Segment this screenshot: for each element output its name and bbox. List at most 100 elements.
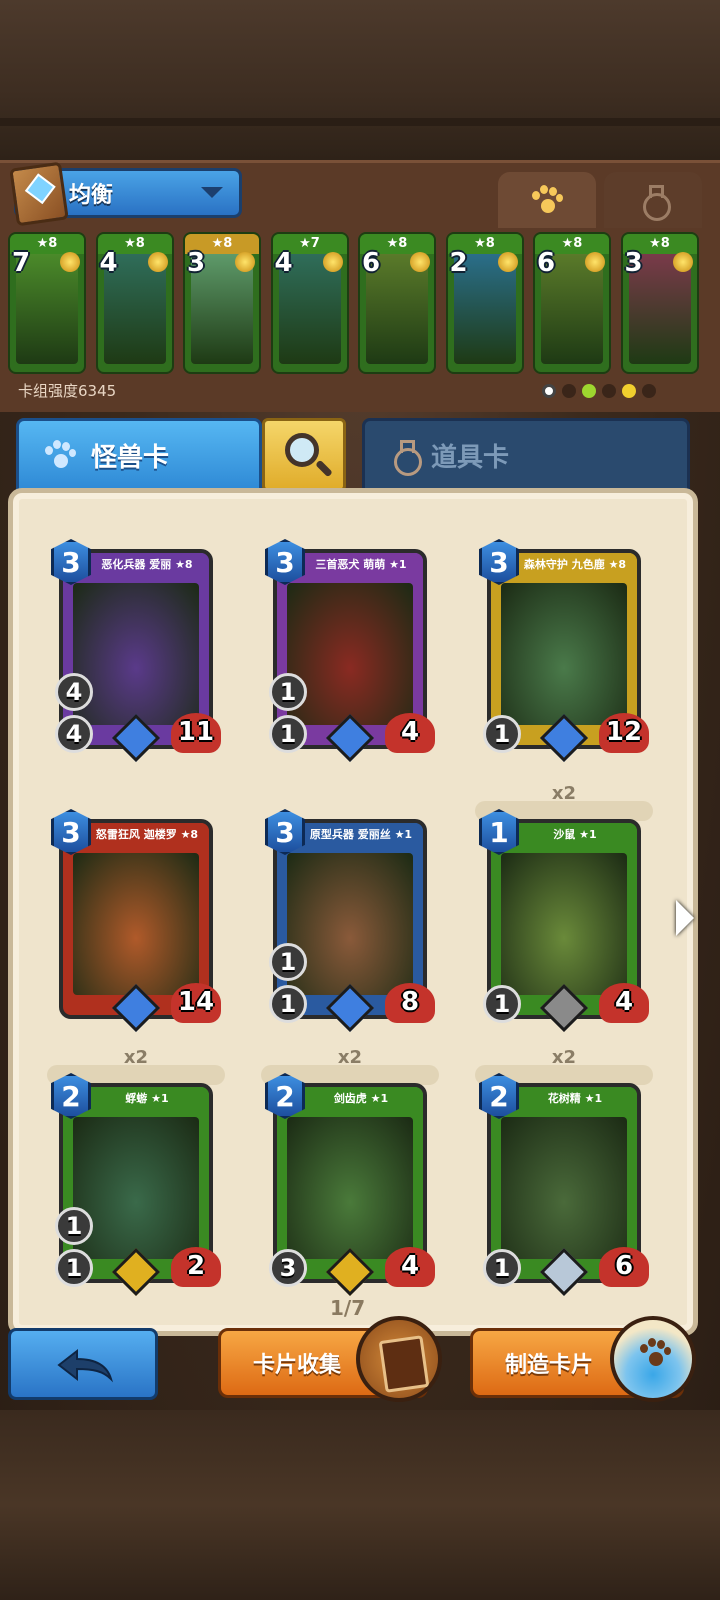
card-copies: x2 — [551, 783, 577, 804]
deck-builder-screen: 均衡 ★8 7 ★8 4 ★8 3 ★7 4 ★8 6 ★8 2 ★8 6 ★8 3 卡组强度6345 — [0, 0, 720, 1600]
card-title: 沙鼠 ★1 — [513, 823, 637, 847]
card-art — [73, 853, 199, 995]
card-copies: x2 — [551, 1047, 577, 1068]
search-icon — [285, 433, 319, 467]
monster-card[interactable]: 原型兵器 爱丽丝 ★1 3 1 1 8 — [265, 805, 435, 1033]
card-art — [73, 583, 199, 725]
filter-wind-icon[interactable] — [622, 384, 636, 398]
deck-name: 均衡 — [69, 183, 114, 208]
monster-card[interactable]: 三首恶犬 萌萌 ★1 3 1 1 4 — [265, 535, 435, 763]
tab-item-deck[interactable] — [604, 172, 702, 228]
element-gem-icon — [322, 252, 343, 272]
card-health: 14 — [171, 983, 221, 1023]
deck-card[interactable]: ★8 2 — [445, 232, 524, 374]
card-ability-value: 4 — [55, 673, 93, 711]
back-button[interactable] — [8, 1328, 158, 1400]
filter-all-icon[interactable] — [542, 384, 556, 398]
monster-card[interactable]: x2 剑齿虎 ★1 2 3 4 — [261, 1047, 439, 1297]
card-attack: 1 — [483, 715, 521, 753]
card-health: 12 — [599, 713, 649, 753]
card-ability-value: 1 — [269, 943, 307, 981]
card-title: 蜉蝣 ★1 — [85, 1087, 209, 1111]
card-title: 原型兵器 爱丽丝 ★1 — [299, 823, 423, 847]
deck-power: 卡组强度6345 — [18, 382, 117, 400]
deck-card[interactable]: ★8 3 — [620, 232, 699, 374]
filter-nature-icon[interactable] — [582, 384, 596, 398]
monster-card[interactable]: x2 沙鼠 ★1 1 1 4 — [475, 783, 653, 1033]
tab-item-cards[interactable]: 道具卡 — [362, 418, 690, 492]
deck-card-cost: 3 — [187, 248, 206, 278]
card-title: 剑齿虎 ★1 — [299, 1087, 423, 1111]
card-title: 森林守护 九色鹿 ★8 — [513, 553, 637, 577]
deck-card[interactable]: ★8 7 — [8, 232, 86, 374]
deck-card[interactable]: ★8 4 — [95, 232, 174, 374]
next-page-arrow[interactable] — [676, 900, 694, 936]
card-health: 4 — [385, 713, 435, 753]
deck-card[interactable]: ★8 6 — [358, 232, 436, 374]
bottom-wood-frame — [0, 1410, 720, 1600]
filter-fire-icon[interactable] — [642, 384, 656, 398]
card-attack: 4 — [55, 715, 93, 753]
potion-icon — [391, 440, 422, 476]
filter-dark-icon[interactable] — [562, 384, 576, 398]
card-attack: 1 — [269, 715, 307, 753]
card-copies: x2 — [337, 1047, 363, 1068]
monster-card[interactable]: 森林守护 九色鹿 ★8 3 1 12 — [479, 535, 649, 763]
filter-beast-icon[interactable] — [602, 384, 616, 398]
deck-card-cost: 6 — [537, 248, 556, 278]
element-gem-icon — [147, 252, 168, 272]
card-art — [501, 853, 627, 995]
element-gem-icon — [585, 252, 605, 272]
deck-card-cost: 4 — [99, 248, 118, 278]
deck-card-cost: 2 — [449, 248, 468, 278]
card-health: 2 — [171, 1247, 221, 1287]
card-art — [501, 1117, 627, 1259]
deck-card-cost: 4 — [274, 248, 293, 278]
monster-card[interactable]: x2 蜉蝣 ★1 2 1 1 2 — [47, 1047, 225, 1297]
tab-monster-label: 怪兽卡 — [91, 442, 170, 473]
search-button[interactable] — [262, 418, 346, 492]
deck-card[interactable]: ★8 6 — [533, 232, 611, 374]
card-health: 11 — [171, 713, 221, 753]
deck-card-cost: 6 — [362, 248, 381, 278]
monster-card[interactable]: 怒雷狂风 迦楼罗 ★8 3 14 — [51, 805, 221, 1033]
card-collection-book: 恶化兵器 爱丽 ★8 3 4 4 11 三首恶犬 萌萌 ★1 3 1 1 4 森林守护 九色鹿 ★8… — [8, 488, 698, 1336]
element-gem-icon — [235, 252, 255, 272]
deck-card[interactable]: ★8 3 — [183, 232, 261, 374]
card-title: 花树精 ★1 — [513, 1087, 637, 1111]
card-ability-value: 1 — [55, 1207, 93, 1245]
card-collection-label: 卡片收集 — [253, 1353, 342, 1378]
card-attack: 1 — [483, 985, 521, 1023]
potion-icon — [640, 185, 671, 221]
card-title: 怒雷狂风 迦楼罗 ★8 — [85, 823, 209, 847]
monster-card[interactable]: 恶化兵器 爱丽 ★8 3 4 4 11 — [51, 535, 221, 763]
element-gem-icon — [672, 252, 693, 272]
card-copies: x2 — [123, 1047, 149, 1068]
card-art — [73, 1117, 199, 1259]
card-title: 三首恶犬 萌萌 ★1 — [299, 553, 423, 577]
deck-selector[interactable]: 均衡 — [9, 161, 242, 227]
deck-filter-dots[interactable] — [542, 382, 692, 400]
deck-card[interactable]: ★7 4 — [270, 232, 349, 374]
tab-monster-cards[interactable]: 怪兽卡 — [16, 418, 262, 492]
back-arrow-icon — [57, 1348, 114, 1383]
card-art — [287, 1117, 413, 1259]
card-album-icon[interactable] — [356, 1316, 442, 1402]
tab-monster-deck[interactable] — [498, 172, 596, 228]
chevron-down-icon — [201, 187, 223, 198]
deck-card-cost: 7 — [12, 248, 31, 278]
tab-items-label: 道具卡 — [431, 442, 510, 473]
monster-card[interactable]: x2 花树精 ★1 2 1 6 — [475, 1047, 653, 1297]
card-attack: 1 — [483, 1249, 521, 1287]
card-attack: 3 — [269, 1249, 307, 1287]
deck-card-row: ★8 7 ★8 4 ★8 3 ★7 4 ★8 6 ★8 2 ★8 6 ★8 3 — [8, 232, 714, 382]
card-art — [287, 583, 413, 725]
element-gem-icon — [497, 252, 518, 272]
card-title: 恶化兵器 爱丽 ★8 — [85, 553, 209, 577]
card-ability-value: 1 — [269, 673, 307, 711]
card-art — [501, 583, 627, 725]
card-attack: 1 — [55, 1249, 93, 1287]
craft-jar-icon[interactable] — [610, 1316, 696, 1402]
card-health: 4 — [385, 1247, 435, 1287]
paw-icon — [530, 185, 564, 215]
